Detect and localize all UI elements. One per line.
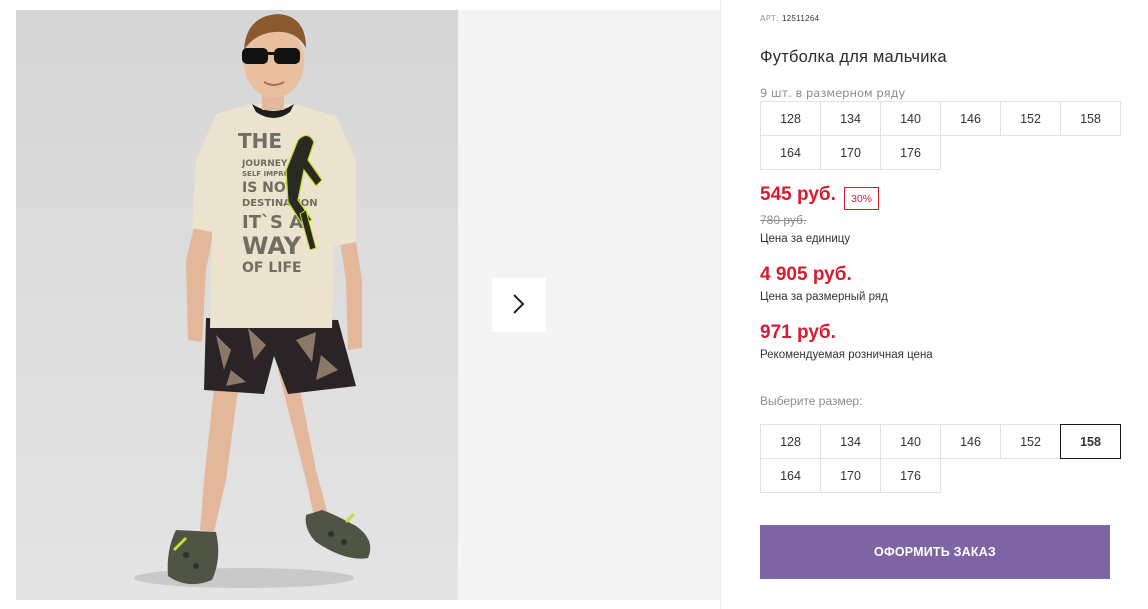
row-price-caption: Цена за размерный ряд xyxy=(760,291,888,303)
size-row-cell: 146 xyxy=(940,101,1001,136)
size-option-170[interactable]: 170 xyxy=(820,458,881,493)
svg-text:JOURNEY: JOURNEY xyxy=(241,159,288,169)
svg-text:OF LIFE: OF LIFE xyxy=(242,260,302,276)
size-row-cell: 164 xyxy=(760,135,821,170)
rrp-caption: Рекомендуемая розничная цена xyxy=(760,349,933,361)
discount-badge: 30% xyxy=(844,187,879,210)
svg-text:DESTINATION: DESTINATION xyxy=(242,198,318,209)
size-row-cell: 140 xyxy=(880,101,941,136)
size-option-158[interactable]: 158 xyxy=(1060,424,1121,459)
size-option-134[interactable]: 134 xyxy=(820,424,881,459)
size-row-cell: 152 xyxy=(1000,101,1061,136)
unit-price-caption: Цена за единицу xyxy=(760,233,851,245)
sku-label: АРТ: xyxy=(760,14,780,23)
row-total-price: 4 905 руб. xyxy=(760,264,852,285)
size-row-cell: 170 xyxy=(820,135,881,170)
size-row-cell: 128 xyxy=(760,101,821,136)
size-option-140[interactable]: 140 xyxy=(880,424,941,459)
size-row-hint: 9 шт. в размерном ряду xyxy=(760,86,906,100)
svg-text:THE: THE xyxy=(238,129,282,153)
size-option-176[interactable]: 176 xyxy=(880,458,941,493)
size-selector: 128 134 140 146 152 158 164 170 176 xyxy=(760,424,1121,493)
size-option-146[interactable]: 146 xyxy=(940,424,1001,459)
svg-text:WAY: WAY xyxy=(242,232,302,260)
product-gallery: THE JOURNEY SELF IMPROV IS NOT DESTINATI… xyxy=(16,10,720,600)
next-photo-button[interactable] xyxy=(492,278,546,332)
svg-text:IT`S A: IT`S A xyxy=(242,212,303,233)
recommended-retail-price: 971 руб. xyxy=(760,322,836,343)
sku: АРТ: 12511264 xyxy=(760,14,819,23)
sku-value: 12511264 xyxy=(781,14,820,23)
size-option-152[interactable]: 152 xyxy=(1000,424,1061,459)
column-divider xyxy=(720,0,721,609)
size-option-164[interactable]: 164 xyxy=(760,458,821,493)
size-option-128[interactable]: 128 xyxy=(760,424,821,459)
place-order-button[interactable]: ОФОРМИТЬ ЗАКАЗ xyxy=(760,525,1110,579)
current-price: 545 руб. xyxy=(760,184,836,205)
product-title: Футболка для мальчика xyxy=(760,48,947,66)
size-row-cell: 158 xyxy=(1060,101,1121,136)
choose-size-label: Выберите размер: xyxy=(760,394,863,408)
size-row-grid: 128 134 140 146 152 158 164 170 176 xyxy=(760,101,1121,170)
size-row-cell: 176 xyxy=(880,135,941,170)
product-photo[interactable]: THE JOURNEY SELF IMPROV IS NOT DESTINATI… xyxy=(16,10,458,600)
product-photo-illustration: THE JOURNEY SELF IMPROV IS NOT DESTINATI… xyxy=(16,10,458,600)
old-price: 780 руб. xyxy=(760,213,807,227)
size-row-cell: 134 xyxy=(820,101,881,136)
chevron-right-icon xyxy=(512,293,526,318)
